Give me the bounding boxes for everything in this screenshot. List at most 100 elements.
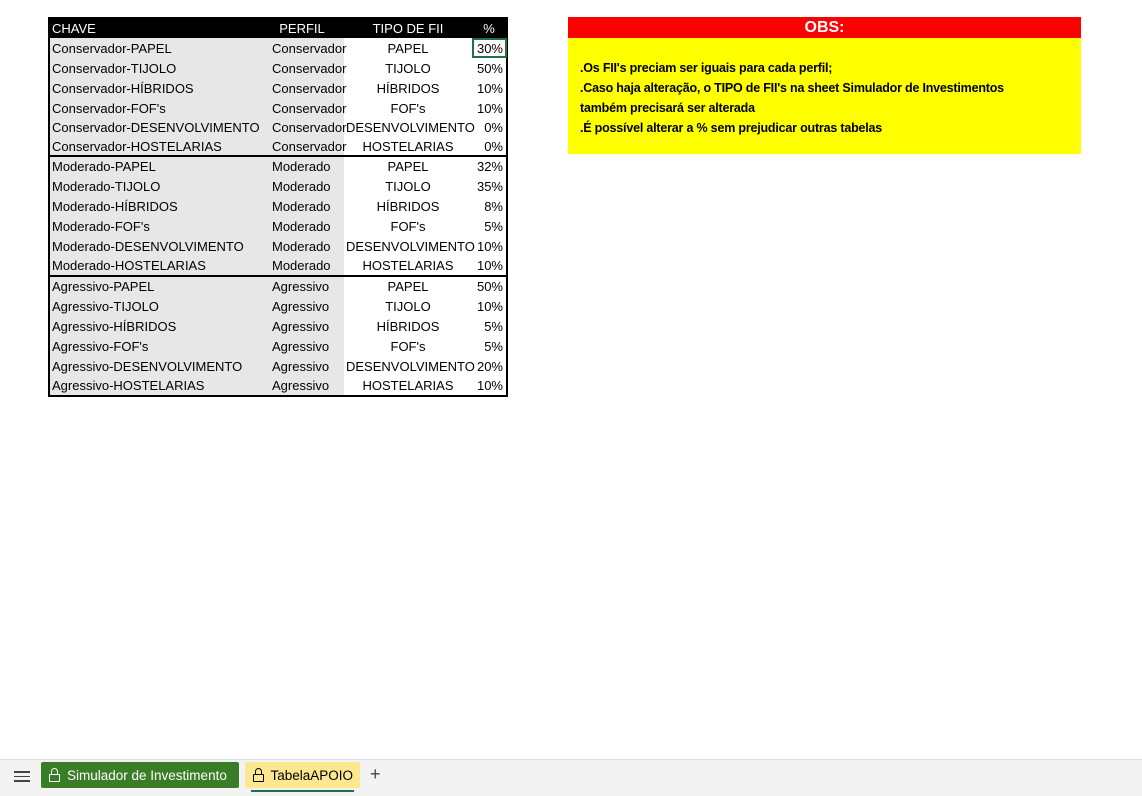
cell-pct[interactable]: 0% bbox=[472, 118, 507, 137]
cell-tipo[interactable]: DESENVOLVIMENTO bbox=[344, 118, 475, 137]
add-sheet-button[interactable]: + bbox=[370, 764, 381, 784]
cell-chave[interactable]: Conservador-FOF's bbox=[49, 98, 260, 118]
hamburger-menu-icon[interactable] bbox=[14, 768, 30, 784]
cell-tipo[interactable]: HÍBRIDOS bbox=[344, 78, 472, 98]
table-row: Conservador-DESENVOLVIMENTO Conservador DE… bbox=[49, 118, 507, 137]
cell-pct[interactable]: 20% bbox=[472, 356, 507, 376]
cell-chave[interactable]: Agressivo-HOSTELARIAS bbox=[49, 376, 260, 396]
cell-tipo[interactable]: HÍBRIDOS bbox=[344, 316, 472, 336]
cell-perfil[interactable]: Conservador bbox=[260, 78, 346, 98]
cell-chave[interactable]: Agressivo-PAPEL bbox=[49, 275, 260, 296]
cell-pct[interactable]: 10% bbox=[472, 376, 507, 396]
cell-tipo[interactable]: PAPEL bbox=[344, 38, 472, 58]
cell-pct[interactable]: 10% bbox=[472, 256, 507, 276]
table-row: Moderado-HOSTELARIAS Moderado HOSTELARIAS 1… bbox=[49, 256, 507, 276]
cell-perfil[interactable]: Agressivo bbox=[260, 275, 344, 296]
fii-allocation-table: CHAVE PERFIL TIPO DE FII % Conservador-P… bbox=[48, 17, 508, 397]
cell-pct[interactable]: 50% bbox=[472, 275, 507, 296]
cell-pct[interactable]: 35% bbox=[472, 176, 507, 196]
lock-icon bbox=[48, 768, 61, 782]
cell-perfil[interactable]: Agressivo bbox=[260, 296, 344, 316]
cell-tipo[interactable]: FOF's bbox=[344, 336, 472, 356]
cell-tipo[interactable]: FOF's bbox=[344, 98, 472, 118]
cell-chave[interactable]: Moderado-HÍBRIDOS bbox=[49, 196, 260, 216]
cell-pct[interactable]: 10% bbox=[472, 98, 507, 118]
header-pct[interactable]: % bbox=[472, 18, 507, 38]
cell-chave[interactable]: Conservador-HOSTELARIAS bbox=[49, 137, 260, 156]
cell-chave[interactable]: Moderado-PAPEL bbox=[49, 155, 260, 176]
table-row: Agressivo-TIJOLO Agressivo TIJOLO 10% bbox=[49, 296, 507, 316]
cell-chave[interactable]: Conservador-HÍBRIDOS bbox=[49, 78, 260, 98]
cell-pct[interactable]: 8% bbox=[472, 196, 507, 216]
cell-chave[interactable]: Agressivo-HÍBRIDOS bbox=[49, 316, 260, 336]
cell-perfil[interactable]: Conservador bbox=[260, 58, 346, 78]
table-row: Agressivo-HÍBRIDOS Agressivo HÍBRIDOS 5% bbox=[49, 316, 507, 336]
obs-line: .Caso haja alteração, o TIPO de FII's na… bbox=[580, 81, 1004, 95]
cell-pct[interactable]: 30% bbox=[472, 38, 507, 58]
cell-perfil[interactable]: Moderado bbox=[260, 216, 344, 236]
cell-perfil[interactable]: Agressivo bbox=[260, 316, 344, 336]
cell-perfil[interactable]: Moderado bbox=[260, 155, 344, 176]
obs-line: também precisará ser alterada bbox=[580, 101, 755, 115]
cell-tipo[interactable]: TIJOLO bbox=[344, 296, 472, 316]
cell-pct[interactable]: 5% bbox=[472, 316, 507, 336]
cell-perfil[interactable]: Agressivo bbox=[260, 356, 344, 376]
cell-chave[interactable]: Agressivo-DESENVOLVIMENTO bbox=[49, 356, 260, 376]
table-row: Moderado-HÍBRIDOS Moderado HÍBRIDOS 8% bbox=[49, 196, 507, 216]
cell-pct[interactable]: 0% bbox=[472, 137, 507, 156]
cell-tipo[interactable]: HOSTELARIAS bbox=[344, 376, 472, 396]
cell-chave[interactable]: Moderado-HOSTELARIAS bbox=[49, 256, 260, 276]
cell-perfil[interactable]: Conservador bbox=[260, 137, 346, 156]
sheet-tab-bar: Simulador de Investimento TabelaAPOIO + bbox=[0, 759, 1142, 796]
obs-line: .Os FII's preciam ser iguais para cada p… bbox=[580, 61, 833, 75]
cell-perfil[interactable]: Conservador bbox=[260, 98, 346, 118]
cell-tipo[interactable]: DESENVOLVIMENTO bbox=[344, 356, 475, 376]
table-row: Conservador-HÍBRIDOS Conservador HÍBRIDOS 1… bbox=[49, 78, 507, 98]
cell-chave[interactable]: Agressivo-FOF's bbox=[49, 336, 260, 356]
table-row: Conservador-PAPEL Conservador PAPEL 30% bbox=[49, 38, 507, 58]
cell-pct[interactable]: 50% bbox=[472, 58, 507, 78]
cell-tipo[interactable]: PAPEL bbox=[344, 155, 472, 176]
cell-chave[interactable]: Moderado-DESENVOLVIMENTO bbox=[49, 236, 260, 256]
cell-chave[interactable]: Conservador-DESENVOLVIMENTO bbox=[49, 118, 260, 137]
header-perfil[interactable]: PERFIL bbox=[260, 18, 344, 38]
cell-chave[interactable]: Conservador-PAPEL bbox=[49, 38, 260, 58]
table-row: Moderado-PAPEL Moderado PAPEL 32% bbox=[49, 155, 507, 176]
cell-perfil[interactable]: Conservador bbox=[260, 38, 346, 58]
cell-perfil[interactable]: Agressivo bbox=[260, 376, 344, 396]
cell-tipo[interactable]: HOSTELARIAS bbox=[344, 256, 472, 276]
cell-perfil[interactable]: Moderado bbox=[260, 196, 344, 216]
cell-pct[interactable]: 5% bbox=[472, 216, 507, 236]
table-row: Moderado-DESENVOLVIMENTO Moderado DESENVOL… bbox=[49, 236, 507, 256]
cell-pct[interactable]: 10% bbox=[472, 296, 507, 316]
lock-icon bbox=[252, 768, 264, 782]
obs-lines: .Os FII's preciam ser iguais para cada p… bbox=[568, 38, 1081, 138]
sheet-tab-simulador[interactable]: Simulador de Investimento bbox=[41, 762, 239, 788]
cell-perfil[interactable]: Moderado bbox=[260, 256, 344, 276]
cell-pct[interactable]: 10% bbox=[472, 236, 507, 256]
sheet-tab-tabelaapoio[interactable]: TabelaAPOIO bbox=[245, 762, 360, 788]
cell-tipo[interactable]: TIJOLO bbox=[344, 176, 472, 196]
cell-tipo[interactable]: DESENVOLVIMENTO bbox=[344, 236, 475, 256]
cell-perfil[interactable]: Moderado bbox=[260, 236, 344, 256]
table-row: Moderado-TIJOLO Moderado TIJOLO 35% bbox=[49, 176, 507, 196]
cell-pct[interactable]: 5% bbox=[472, 336, 507, 356]
cell-tipo[interactable]: TIJOLO bbox=[344, 58, 472, 78]
cell-chave[interactable]: Moderado-TIJOLO bbox=[49, 176, 260, 196]
cell-pct[interactable]: 10% bbox=[472, 78, 507, 98]
cell-perfil[interactable]: Moderado bbox=[260, 176, 344, 196]
cell-perfil[interactable]: Conservador bbox=[260, 118, 346, 137]
cell-perfil[interactable]: Agressivo bbox=[260, 336, 344, 356]
header-row: CHAVE PERFIL TIPO DE FII % bbox=[49, 18, 507, 38]
cell-tipo[interactable]: FOF's bbox=[344, 216, 472, 236]
cell-pct[interactable]: 32% bbox=[472, 155, 507, 176]
header-chave[interactable]: CHAVE bbox=[49, 18, 260, 38]
cell-tipo[interactable]: HOSTELARIAS bbox=[344, 137, 472, 156]
cell-chave[interactable]: Conservador-TIJOLO bbox=[49, 58, 260, 78]
table-row: Conservador-TIJOLO Conservador TIJOLO 50% bbox=[49, 58, 507, 78]
cell-tipo[interactable]: HÍBRIDOS bbox=[344, 196, 472, 216]
cell-tipo[interactable]: PAPEL bbox=[344, 275, 472, 296]
cell-chave[interactable]: Agressivo-TIJOLO bbox=[49, 296, 260, 316]
header-tipo[interactable]: TIPO DE FII bbox=[344, 18, 472, 38]
cell-chave[interactable]: Moderado-FOF's bbox=[49, 216, 260, 236]
